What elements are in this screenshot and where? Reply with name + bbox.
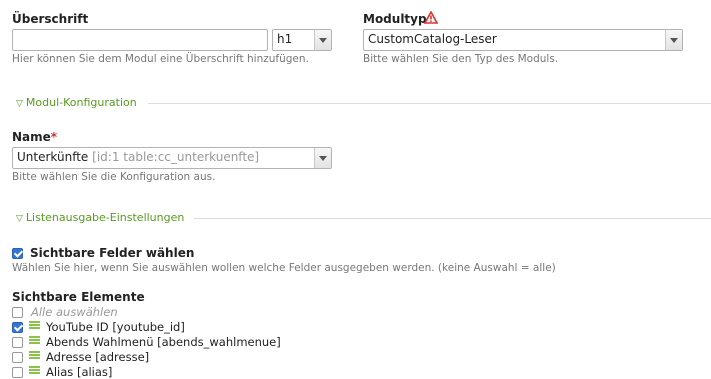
- element-checkbox[interactable]: [12, 367, 23, 378]
- select-all-label: Alle auswählen: [31, 305, 118, 319]
- element-checkbox[interactable]: [12, 352, 23, 363]
- config-name-select[interactable]: Unterkünfte [id:1 table:cc_unterkuenfte]: [12, 147, 332, 169]
- visible-fields-hint: Wählen Sie hier, wenn Sie auswählen woll…: [12, 262, 556, 274]
- config-name-hint: Bitte wählen Sie die Konfiguration aus.: [12, 171, 216, 183]
- select-all-checkbox[interactable]: [12, 307, 23, 318]
- headline-hint: Hier können Sie dem Modul eine Überschri…: [12, 53, 309, 65]
- module-type-value: CustomCatalog-Leser: [368, 32, 497, 46]
- section-divider: [148, 103, 711, 104]
- chevron-down-icon: [314, 30, 331, 50]
- module-type-select[interactable]: CustomCatalog-Leser: [363, 29, 683, 51]
- chevron-down-icon: [314, 148, 331, 168]
- element-checkbox[interactable]: [12, 337, 23, 348]
- headline-input[interactable]: [12, 29, 268, 51]
- headline-level-select[interactable]: h1: [272, 29, 332, 51]
- headline-level-value: h1: [277, 32, 293, 46]
- collapse-triangle-icon: ▽: [16, 99, 23, 109]
- config-name-label: Name*: [12, 130, 57, 144]
- module-type-hint: Bitte wählen Sie den Typ des Moduls.: [363, 53, 559, 65]
- collapse-triangle-icon: ▽: [16, 214, 23, 224]
- headline-label: Überschrift: [12, 12, 89, 26]
- module-type-label: Modultyp: [363, 12, 427, 26]
- element-label: Adresse [adresse]: [46, 350, 150, 364]
- drag-handle-icon[interactable]: [29, 336, 40, 346]
- chevron-down-icon: [665, 30, 682, 50]
- section-divider: [194, 218, 711, 219]
- visible-elements-label: Sichtbare Elemente: [12, 290, 145, 304]
- config-name-label-text: Name: [12, 130, 51, 144]
- config-name-value: Unterkünfte: [17, 150, 89, 164]
- element-checkbox[interactable]: [12, 322, 23, 333]
- config-section-legend[interactable]: ▽ Modul-Konfiguration: [16, 96, 137, 109]
- required-mark: *: [50, 130, 58, 144]
- element-label: YouTube ID [youtube_id]: [46, 320, 185, 334]
- visible-fields-label: Sichtbare Felder wählen: [30, 246, 195, 260]
- element-label: Alias [alias]: [46, 365, 113, 379]
- element-label: Abends Wahlmenü [abends_wahlmenue]: [46, 335, 281, 349]
- visible-fields-checkbox[interactable]: [12, 248, 23, 259]
- list-section-legend[interactable]: ▽ Listenausgabe-Einstellungen: [16, 211, 184, 224]
- warning-icon: [424, 11, 438, 24]
- list-section-legend-text: Listenausgabe-Einstellungen: [25, 211, 185, 224]
- config-name-meta: [id:1 table:cc_unterkuenfte]: [92, 150, 260, 164]
- config-section-legend-text: Modul-Konfiguration: [25, 96, 137, 109]
- drag-handle-icon[interactable]: [29, 321, 40, 331]
- drag-handle-icon[interactable]: [29, 351, 40, 361]
